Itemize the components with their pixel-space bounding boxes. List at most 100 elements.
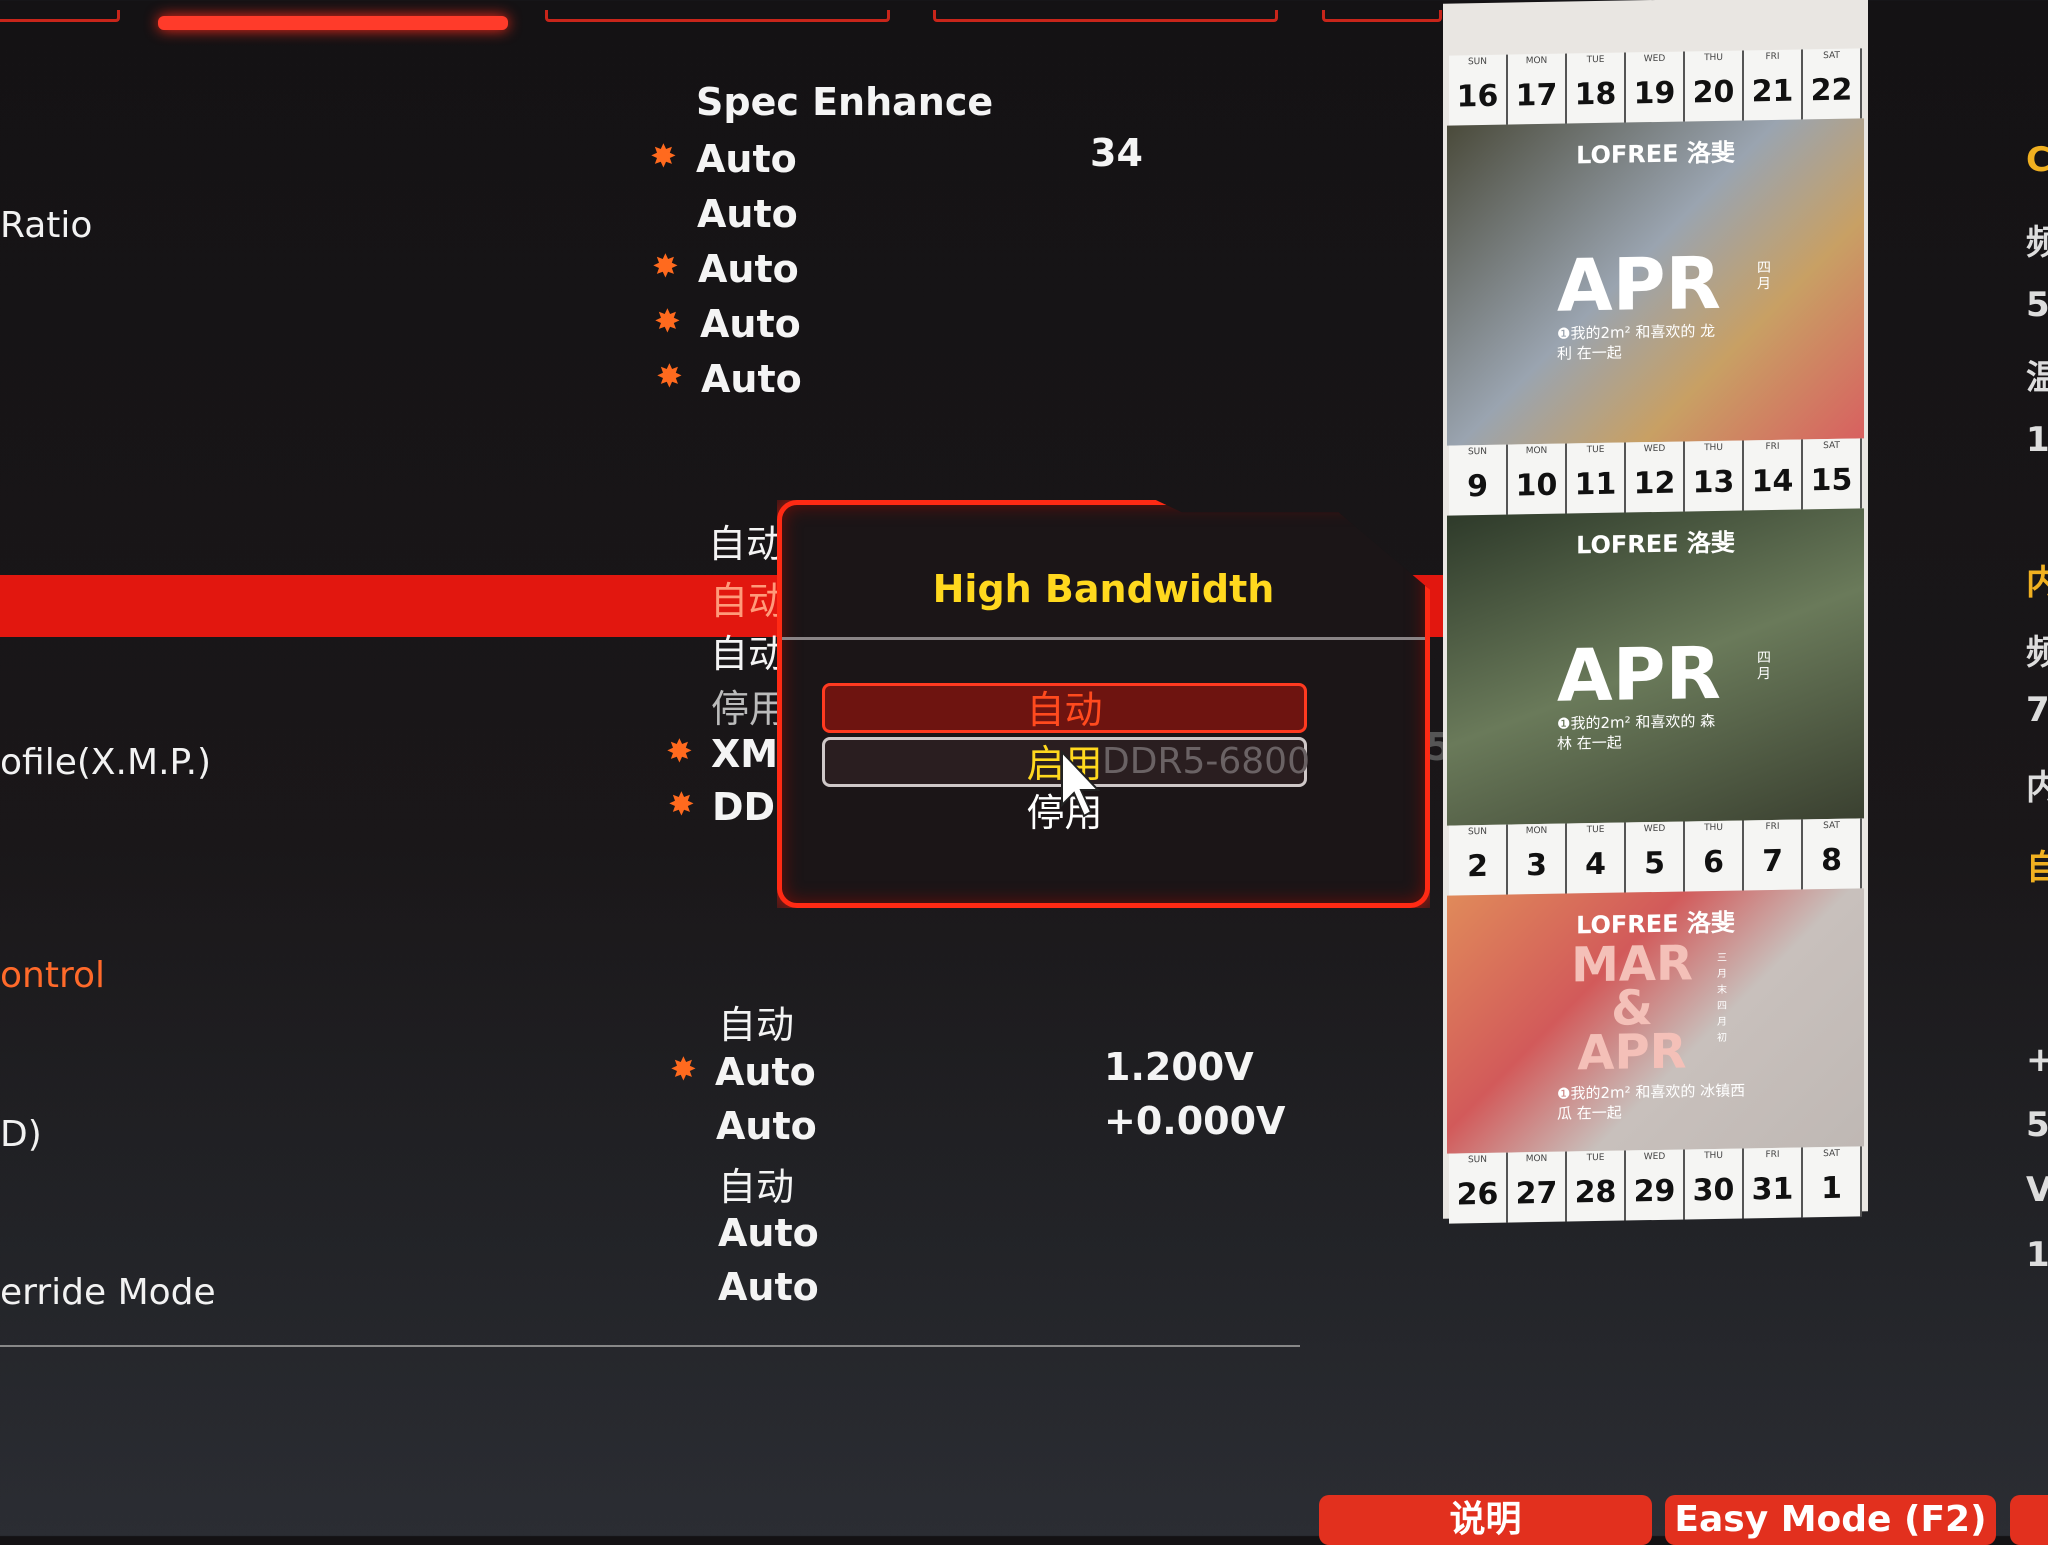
right-panel-text: 内 [2026, 563, 2048, 603]
day-number: 16 [1456, 78, 1499, 115]
month-cn: 三月末 四月初 [1717, 952, 1727, 1044]
tab-1[interactable] [0, 10, 120, 22]
weekday-label: TUE [1586, 1152, 1605, 1164]
tab-2-active[interactable] [158, 16, 508, 30]
day-number: 27 [1515, 1175, 1558, 1212]
caption: ❶我的2m² 和喜欢的 冰镇西瓜 在一起 [1557, 1081, 1746, 1123]
day-number: 1 [1821, 1170, 1842, 1207]
calendar-day: SAT 15 [1803, 438, 1862, 510]
weekday-label: THU [1704, 442, 1723, 454]
star-icon: ✸ [670, 1050, 697, 1088]
star-icon: ✸ [668, 785, 695, 823]
calendar-day: FRI 31 [1744, 1147, 1803, 1219]
tab-5[interactable] [1322, 10, 1442, 22]
weekday-label: THU [1704, 52, 1723, 64]
setting-value[interactable]: Auto [701, 357, 802, 401]
right-panel-text: 频 [2026, 223, 2048, 263]
setting-value[interactable]: Auto [718, 1211, 819, 1255]
setting-value[interactable]: 自动 [718, 994, 794, 1049]
star-icon: ✸ [654, 302, 681, 340]
day-number: 15 [1810, 462, 1853, 499]
calendar-day: TUE 11 [1567, 442, 1626, 514]
setting-value[interactable]: Auto [697, 192, 798, 236]
calendar-week: SUN 26 MON 27 TUE 28 WED 29 THU 30 FRI 31 SAT 1 [1449, 1146, 1862, 1224]
desk-calendar: SUN 16 MON 17 TUE 18 WED 19 THU 20 FRI 21 SAT 22 LOFR… [1443, 0, 1868, 1224]
day-number: 22 [1810, 72, 1853, 109]
setting-value[interactable]: Auto [716, 1104, 817, 1148]
day-number: 6 [1703, 844, 1724, 881]
setting-value[interactable]: 自动 [710, 623, 786, 678]
setting-value[interactable]: Auto [696, 137, 797, 181]
setting-label-control[interactable]: ontrol [0, 955, 105, 996]
caption: ❶我的2m² 和喜欢的 龙利 在一起 [1557, 321, 1716, 363]
day-number: 29 [1633, 1173, 1676, 1210]
setting-value[interactable]: Auto [698, 247, 799, 291]
help-button[interactable]: 说明 [1319, 1495, 1652, 1545]
setting-label-ratio[interactable]: Ratio [0, 205, 92, 246]
next-button[interactable] [2010, 1495, 2048, 1545]
day-number: 9 [1467, 468, 1488, 505]
day-number: 17 [1515, 77, 1558, 114]
setting-value[interactable]: Auto [700, 302, 801, 346]
month-label: APR [1557, 630, 1721, 718]
calendar-week: SUN 16 MON 17 TUE 18 WED 19 THU 20 FRI 21 SAT 22 [1449, 48, 1862, 126]
spec-enhance-header: Spec Enhance [696, 80, 994, 124]
calendar-day: FRI 21 [1744, 49, 1803, 121]
setting-label-xmp-profile[interactable]: ofile(X.M.P.) [0, 742, 211, 783]
calendar-day: TUE 4 [1567, 822, 1626, 894]
weekday-label: THU [1704, 1150, 1723, 1162]
day-number: 20 [1692, 74, 1735, 111]
weekday-label: SAT [1823, 50, 1840, 62]
brand-logo: LOFREE 洛斐 [1576, 138, 1735, 170]
day-number: 11 [1574, 466, 1617, 503]
right-panel-text: 频 [2026, 633, 2048, 673]
weekday-label: FRI [1765, 821, 1780, 833]
setting-value[interactable]: Auto [715, 1050, 816, 1094]
calendar-day: WED 19 [1626, 51, 1685, 123]
tab-4[interactable] [933, 10, 1278, 22]
day-number: 3 [1526, 847, 1547, 884]
calendar-week: SUN 2 MON 3 TUE 4 WED 5 THU 6 FRI 7 SAT 8 [1449, 818, 1862, 896]
calendar-day: WED 5 [1626, 821, 1685, 893]
calendar-day: WED 12 [1626, 441, 1685, 513]
calendar-day: THU 6 [1685, 820, 1744, 892]
calendar-day: SAT 8 [1803, 818, 1862, 890]
right-panel-text: V [2026, 1170, 2048, 1210]
right-panel-text: + [2026, 1040, 2048, 1080]
option-auto[interactable]: 自动 [822, 683, 1307, 733]
tab-3[interactable] [545, 10, 890, 22]
day-number: 4 [1585, 846, 1606, 883]
day-number: 2 [1467, 848, 1488, 885]
high-bandwidth-dialog: High Bandwidth 自动 启用 DDR5-6800 停用 [777, 500, 1430, 908]
setting-value-selected[interactable]: 自动 [710, 570, 786, 625]
right-panel-text: 1 [2026, 1235, 2048, 1275]
day-number: 30 [1692, 1172, 1735, 1209]
calendar-day: SAT 1 [1803, 1146, 1862, 1218]
current-voltage: 1.200V [1104, 1045, 1254, 1089]
weekday-label: SUN [1467, 446, 1488, 458]
weekday-label: SAT [1823, 1148, 1840, 1160]
setting-label-override-mode[interactable]: erride Mode [0, 1272, 216, 1313]
calendar-week: SUN 9 MON 10 TUE 11 WED 12 THU 13 FRI 14 SAT 15 [1449, 438, 1862, 516]
setting-value[interactable]: 自动 [718, 1156, 794, 1211]
right-panel-text: 5 [2026, 285, 2048, 325]
day-number: 26 [1456, 1176, 1499, 1213]
setting-value[interactable]: 停用 [711, 678, 787, 733]
day-number: 14 [1751, 463, 1794, 500]
calendar-day: THU 20 [1685, 50, 1744, 122]
dialog-title: High Bandwidth [932, 567, 1275, 611]
setting-value[interactable]: Auto [718, 1265, 819, 1309]
weekday-label: SAT [1823, 440, 1840, 452]
day-number: 31 [1751, 1171, 1794, 1208]
setting-value[interactable]: 自动 [708, 513, 784, 568]
weekday-label: WED [1643, 53, 1666, 65]
easy-mode-button[interactable]: Easy Mode (F2) [1665, 1495, 1996, 1545]
calendar-day: TUE 28 [1567, 1150, 1626, 1222]
star-icon: ✸ [650, 137, 677, 175]
right-panel-text: 5 [2026, 1105, 2048, 1145]
setting-label-d[interactable]: D) [0, 1114, 42, 1155]
star-icon: ✸ [666, 732, 693, 770]
right-panel-text: 7 [2026, 690, 2048, 730]
calendar-day: SUN 9 [1449, 444, 1508, 516]
weekday-label: TUE [1586, 54, 1605, 66]
